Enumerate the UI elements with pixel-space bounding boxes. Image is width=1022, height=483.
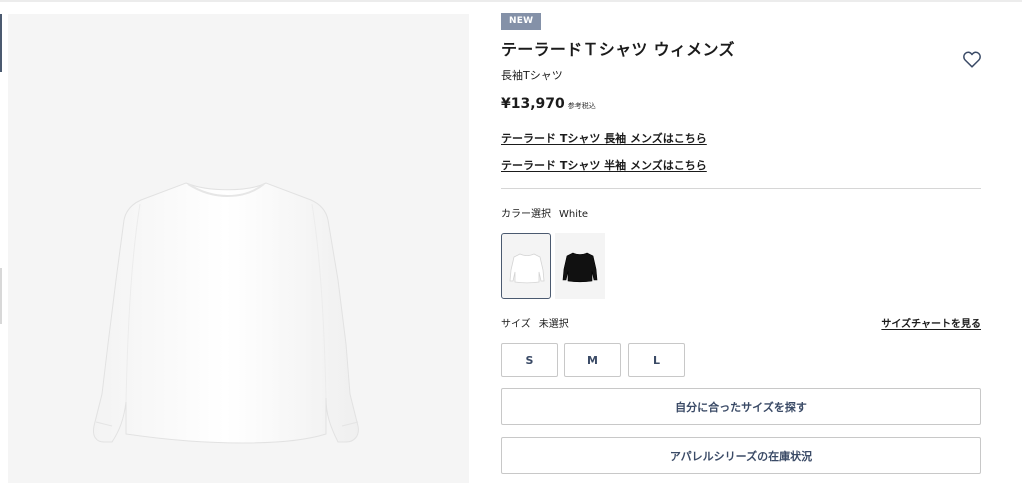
color-swatch-white[interactable] (501, 233, 551, 299)
size-chart-link[interactable]: サイズチャートを見る (881, 315, 981, 330)
black-shirt-thumbnail (562, 252, 598, 283)
favorite-button[interactable] (961, 48, 983, 70)
product-title: テーラードＴシャツ ウィメンズ (501, 40, 735, 59)
stock-status-button[interactable]: アパレルシリーズの在庫状況 (501, 437, 981, 474)
size-selected-value: 未選択 (538, 319, 569, 330)
product-image (8, 14, 469, 483)
color-selected-value: White (559, 209, 589, 220)
find-size-button[interactable]: 自分に合ったサイズを探す (501, 388, 981, 425)
size-option-s[interactable]: S (501, 343, 558, 377)
white-shirt-thumbnail (509, 253, 545, 284)
mens-short-sleeve-link[interactable]: テーラード Tシャツ 半袖 メンズはこちら (501, 157, 707, 173)
heart-outline-icon (963, 51, 981, 68)
section-divider (501, 188, 981, 189)
color-label: カラー選択 (501, 209, 551, 220)
thumbnail-indicator-active[interactable] (0, 14, 2, 72)
tshirt-illustration (93, 182, 359, 444)
top-divider (0, 0, 1022, 2)
size-option-l[interactable]: L (628, 343, 685, 377)
mens-long-sleeve-link[interactable]: テーラード Tシャツ 長袖 メンズはこちら (501, 130, 707, 146)
size-selector-label: サイズ 未選択 (501, 315, 569, 330)
price-block: ¥13,970 参考税込 (501, 93, 596, 112)
size-option-m[interactable]: M (564, 343, 621, 377)
color-selector-label: カラー選択 White (501, 205, 588, 220)
price-value: ¥13,970 (501, 96, 565, 112)
thumbnail-indicator[interactable] (0, 268, 2, 324)
product-subtitle: 長袖Tシャツ (501, 69, 563, 82)
price-note: 参考税込 (567, 102, 596, 110)
size-label: サイズ (501, 319, 531, 330)
new-badge: NEW (501, 13, 542, 30)
color-swatch-black[interactable] (555, 233, 605, 299)
